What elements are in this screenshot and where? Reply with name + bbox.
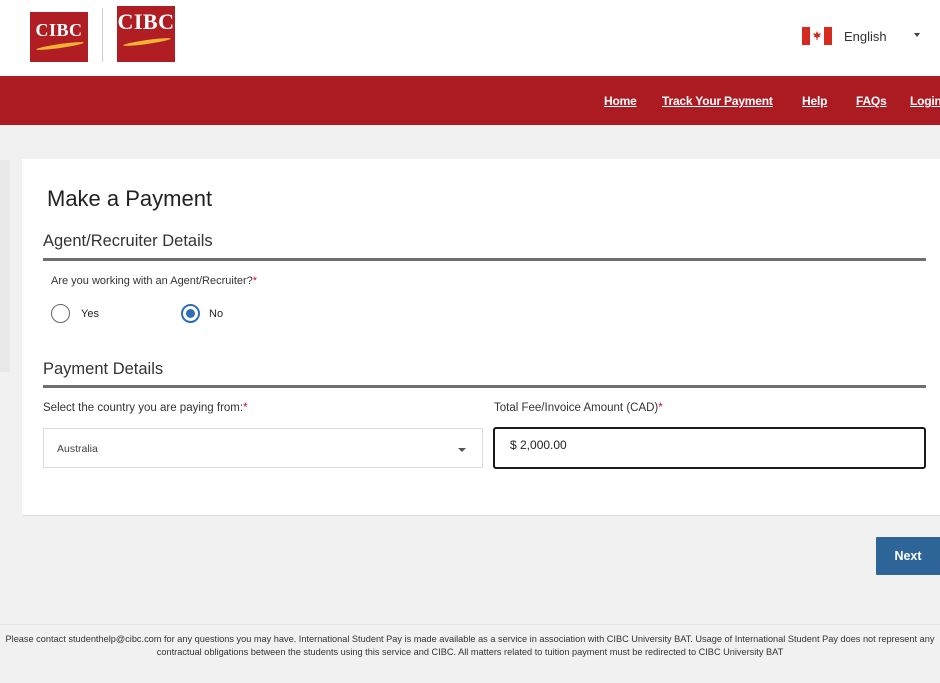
nav-track-payment-link[interactable]: Track Your Payment [662, 94, 773, 108]
amount-field-label: Total Fee/Invoice Amount (CAD)* [494, 402, 663, 414]
country-label-text: Select the country you are paying from: [43, 402, 244, 414]
cibc-university-logo[interactable]: CIBC [117, 6, 175, 62]
agent-section-title: Agent/Recruiter Details [43, 232, 213, 250]
logo-swoosh-icon [122, 36, 172, 48]
site-header: CIBC CIBC English [0, 0, 940, 76]
required-mark: * [658, 402, 663, 414]
nav-faqs-link[interactable]: FAQs [856, 94, 887, 108]
page-title: Make a Payment [47, 186, 213, 211]
agent-question-label: Are you working with an Agent/Recruiter?… [51, 275, 257, 287]
footer-disclaimer: Please contact studenthelp@cibc.com for … [5, 634, 935, 657]
left-edge-strip [0, 160, 10, 372]
country-select-value: Australia [57, 443, 98, 455]
main-nav: Home Track Your Payment Help FAQs Login [0, 76, 940, 125]
agent-yes-label[interactable]: Yes [81, 308, 99, 320]
country-field-label: Select the country you are paying from:* [43, 402, 248, 414]
agent-yes-radio[interactable] [51, 304, 70, 323]
language-label: English [844, 28, 887, 44]
canada-flag-icon [802, 27, 832, 45]
next-button[interactable]: Next [876, 537, 940, 575]
amount-label-text: Total Fee/Invoice Amount (CAD) [494, 402, 659, 414]
agent-no-radio[interactable] [181, 304, 200, 323]
country-select[interactable]: Australia [43, 428, 483, 468]
nav-login-link[interactable]: Login [910, 94, 940, 108]
logo-swoosh-icon [35, 40, 85, 52]
payment-section-title: Payment Details [43, 360, 164, 378]
logo-divider [102, 8, 103, 62]
language-selector[interactable]: English [802, 26, 920, 46]
site-footer: Please contact studenthelp@cibc.com for … [0, 624, 940, 683]
required-mark: * [252, 275, 258, 287]
payment-section-divider [43, 385, 926, 388]
amount-input[interactable] [493, 427, 926, 469]
nav-help-link[interactable]: Help [802, 94, 827, 108]
agent-section-divider [43, 258, 926, 261]
cibc-logo-text: CIBC [35, 20, 83, 40]
nav-home-link[interactable]: Home [604, 94, 637, 108]
chevron-down-icon [458, 448, 466, 452]
cibc-university-logo-text: CIBC [117, 9, 175, 34]
agent-no-label[interactable]: No [209, 308, 223, 320]
cibc-logo[interactable]: CIBC [30, 12, 88, 62]
required-mark: * [243, 402, 248, 414]
agent-question-text: Are you working with an Agent/Recruiter? [51, 275, 253, 287]
chevron-down-icon [914, 33, 920, 37]
